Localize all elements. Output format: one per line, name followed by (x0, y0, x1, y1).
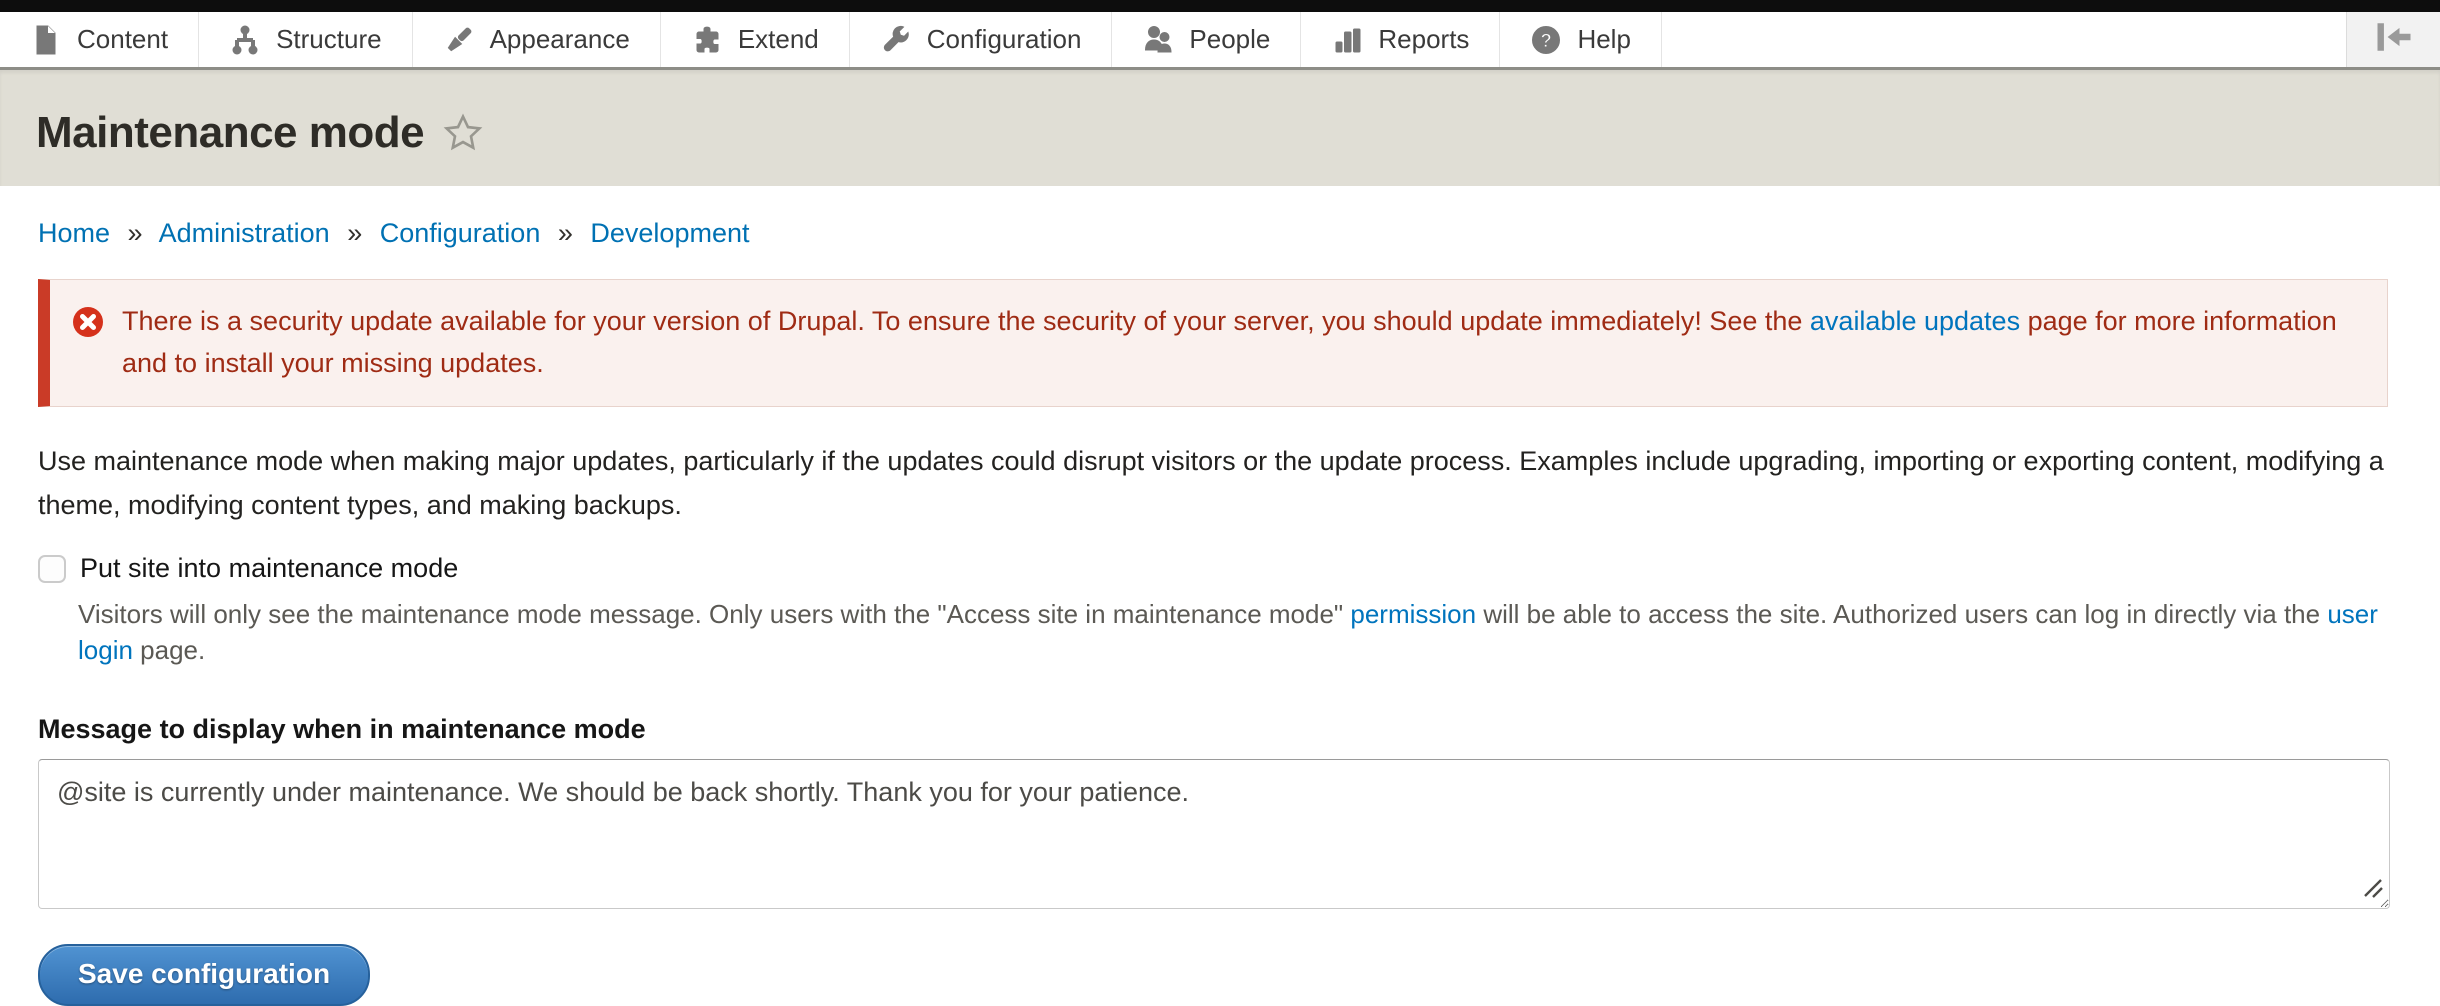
wrench-icon (880, 24, 912, 56)
breadcrumb-separator: » (558, 218, 573, 248)
maintenance-mode-checkbox[interactable] (38, 555, 66, 583)
breadcrumb: Home » Administration » Configuration » … (38, 218, 2390, 249)
toolbar-item-label: Content (77, 24, 168, 55)
checkbox-desc-part1: Visitors will only see the maintenance m… (78, 599, 1350, 629)
error-message-text: There is a security update available for… (122, 300, 2359, 384)
error-message-box: There is a security update available for… (38, 279, 2388, 407)
permission-link[interactable]: permission (1350, 599, 1476, 629)
checkbox-desc-part2: will be able to access the site. Authori… (1476, 599, 2327, 629)
puzzle-icon (691, 24, 723, 56)
maintenance-mode-checkbox-label[interactable]: Put site into maintenance mode (80, 553, 458, 584)
paintbrush-icon (443, 24, 475, 56)
file-icon (30, 24, 62, 56)
people-icon (1142, 24, 1174, 56)
breadcrumb-separator: » (128, 218, 143, 248)
toolbar-item-label: Configuration (927, 24, 1082, 55)
sitemap-icon (229, 24, 261, 56)
maintenance-message-field-wrapper: @site is currently under maintenance. We… (38, 759, 2390, 914)
question-icon: ? (1530, 24, 1562, 56)
breadcrumb-link-development[interactable]: Development (590, 218, 749, 248)
favorite-star-icon[interactable] (442, 112, 484, 154)
toolbar-item-structure[interactable]: Structure (199, 12, 413, 67)
breadcrumb-link-home[interactable]: Home (38, 218, 110, 248)
toolbar-item-appearance[interactable]: Appearance (413, 12, 661, 67)
save-configuration-button[interactable]: Save configuration (38, 944, 370, 1006)
maintenance-mode-intro-text: Use maintenance mode when making major u… (38, 439, 2390, 527)
bar-chart-icon (1331, 24, 1363, 56)
breadcrumb-link-configuration[interactable]: Configuration (380, 218, 541, 248)
main-content: Home » Administration » Configuration » … (0, 218, 2440, 1006)
maintenance-mode-checkbox-row: Put site into maintenance mode (38, 553, 2390, 584)
breadcrumb-link-administration[interactable]: Administration (159, 218, 330, 248)
breadcrumb-separator: » (347, 218, 362, 248)
toolbar-item-label: Help (1577, 24, 1630, 55)
maintenance-message-textarea[interactable]: @site is currently under maintenance. We… (38, 759, 2390, 909)
svg-text:?: ? (1541, 31, 1553, 52)
error-text-before-link: There is a security update available for… (122, 306, 1810, 336)
toolbar-item-label: Structure (276, 24, 382, 55)
toolbar-item-label: Appearance (490, 24, 630, 55)
browser-top-strip (0, 0, 2440, 12)
maintenance-mode-checkbox-description: Visitors will only see the maintenance m… (78, 596, 2390, 668)
admin-toolbar: Content Structure Appearance Extend Conf… (0, 12, 2440, 70)
toolbar-spacer (1662, 12, 2346, 67)
toolbar-item-label: Reports (1378, 24, 1469, 55)
collapse-left-icon (2372, 15, 2416, 64)
toolbar-item-reports[interactable]: Reports (1301, 12, 1500, 67)
toolbar-item-help[interactable]: ? Help (1500, 12, 1661, 67)
maintenance-message-label: Message to display when in maintenance m… (38, 714, 2390, 745)
toolbar-item-label: People (1189, 24, 1270, 55)
available-updates-link[interactable]: available updates (1810, 306, 2020, 336)
toolbar-item-people[interactable]: People (1112, 12, 1301, 67)
toolbar-item-label: Extend (738, 24, 819, 55)
toolbar-item-configuration[interactable]: Configuration (850, 12, 1113, 67)
toolbar-item-extend[interactable]: Extend (661, 12, 850, 67)
page-header: Maintenance mode (0, 70, 2440, 186)
error-icon (72, 306, 104, 338)
checkbox-desc-part3: page. (133, 635, 205, 665)
toolbar-orientation-toggle-button[interactable] (2346, 12, 2440, 67)
page-title: Maintenance mode (36, 108, 424, 158)
toolbar-item-content[interactable]: Content (0, 12, 199, 67)
